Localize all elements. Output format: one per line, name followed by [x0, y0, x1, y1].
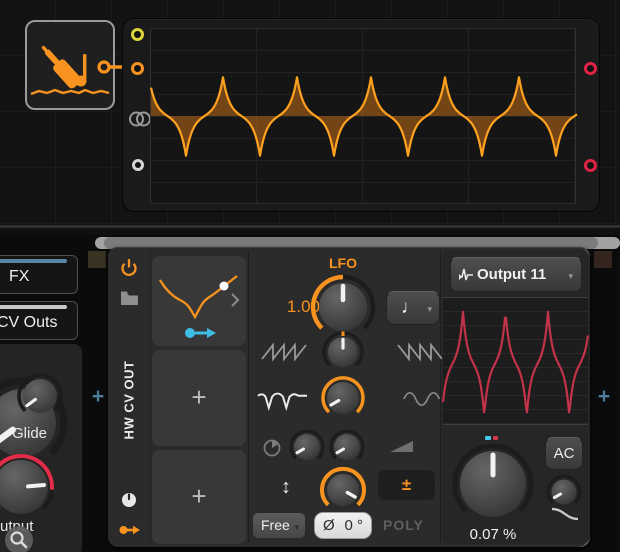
- phase-field[interactable]: Ø 0 °: [314, 512, 372, 539]
- chevron-down-icon: ▾: [568, 271, 573, 281]
- phase-value: 0 °: [344, 517, 363, 534]
- lfo-curve-preview: [159, 275, 240, 338]
- lfo-title: LFO: [329, 255, 357, 271]
- output-depth-value[interactable]: 0.07 %: [453, 526, 533, 543]
- power-icon[interactable]: [120, 258, 138, 277]
- port-yellow[interactable]: [131, 28, 144, 41]
- ac-mode-button[interactable]: AC: [545, 437, 583, 470]
- saw-down-wave-icon[interactable]: [396, 340, 444, 362]
- device-name-vertical[interactable]: HW CV OUT: [122, 361, 137, 440]
- port-white[interactable]: [132, 159, 144, 171]
- cv-route-icon[interactable]: [119, 523, 141, 537]
- device-header-divider: [150, 251, 151, 543]
- port-orange-input[interactable]: [131, 62, 144, 75]
- lfo-modulator-tile[interactable]: [152, 256, 246, 346]
- magnifier-icon[interactable]: [3, 524, 35, 552]
- timebase-icon[interactable]: [121, 492, 137, 508]
- layer-tab-cv-outs[interactable]: CV Outs: [0, 301, 78, 340]
- expand-chevron-icon: [231, 293, 240, 307]
- bipolar-toggle-button[interactable]: ±: [378, 470, 435, 500]
- ramp-icon: [390, 441, 413, 452]
- plus-icon: +: [191, 382, 207, 412]
- lfo-mode-dropdown[interactable]: Free ▾: [252, 512, 306, 539]
- add-device-left-button[interactable]: +: [88, 386, 108, 409]
- signal-impulse-icon: [459, 268, 473, 281]
- add-modulator-tile-2[interactable]: +: [152, 450, 246, 544]
- sync-note-dropdown[interactable]: ♩ ▾: [386, 291, 440, 325]
- fade-in-knob[interactable]: [289, 429, 325, 465]
- panel-divider[interactable]: [0, 225, 620, 235]
- spike-wave-icon-selected[interactable]: [256, 387, 310, 412]
- phase-symbol: Ø: [323, 517, 335, 534]
- output-scope-display: [441, 297, 590, 425]
- chevron-down-icon: ▾: [294, 522, 299, 532]
- background-swatch-left: [88, 251, 106, 268]
- cv-outs-tab-accent: [0, 305, 67, 309]
- delay-knob[interactable]: [329, 429, 365, 465]
- grid-scope-waveform: [149, 76, 578, 157]
- grid-editor-background: [0, 0, 620, 233]
- sine-wave-icon[interactable]: [400, 389, 446, 409]
- output-scope-waveform: [441, 310, 590, 414]
- fx-tab-label: FX: [9, 268, 30, 285]
- updown-arrows-icon[interactable]: ↕: [276, 476, 296, 502]
- output-depth-knob[interactable]: [449, 440, 537, 528]
- fx-tab-accent: [0, 259, 67, 263]
- output-selector-dropdown[interactable]: Output 11 ▾: [450, 257, 582, 292]
- glide-label: Glide: [12, 425, 48, 442]
- left-output-knob[interactable]: [0, 452, 56, 522]
- layer-tab-fx[interactable]: FX: [0, 255, 78, 294]
- port-red-1[interactable]: [584, 62, 597, 75]
- chevron-down-icon: ▾: [427, 304, 432, 314]
- background-swatch-right: [594, 251, 612, 268]
- lfo-shape-knob[interactable]: [322, 331, 364, 373]
- lfo-depth-knob[interactable]: [317, 464, 369, 516]
- pie-mode-icon[interactable]: [262, 438, 282, 458]
- port-red-2[interactable]: [584, 159, 597, 172]
- slew-curve-icon: [551, 507, 579, 521]
- quarter-note-icon: ♩: [401, 297, 420, 318]
- plus-icon: +: [191, 481, 207, 511]
- add-device-right-button[interactable]: +: [594, 386, 614, 409]
- glide-knob[interactable]: [17, 373, 63, 418]
- output-selector-value: Output 11: [477, 266, 547, 283]
- folder-icon[interactable]: [120, 290, 139, 306]
- left-device-panel: t Glide utput: [0, 344, 82, 552]
- modulation-route-icon: [185, 328, 216, 338]
- add-modulator-tile-1[interactable]: +: [152, 350, 246, 446]
- smoothing-knob[interactable]: [546, 474, 582, 510]
- saw-up-wave-icon[interactable]: [260, 340, 308, 362]
- lfo-mode-value: Free: [261, 517, 290, 533]
- lfo-curve-amount-knob[interactable]: [320, 375, 366, 421]
- column-divider: [248, 251, 249, 543]
- poly-label: POLY: [383, 517, 424, 533]
- cv-outs-tab-label: CV Outs: [0, 314, 58, 331]
- scope-display: [149, 28, 578, 204]
